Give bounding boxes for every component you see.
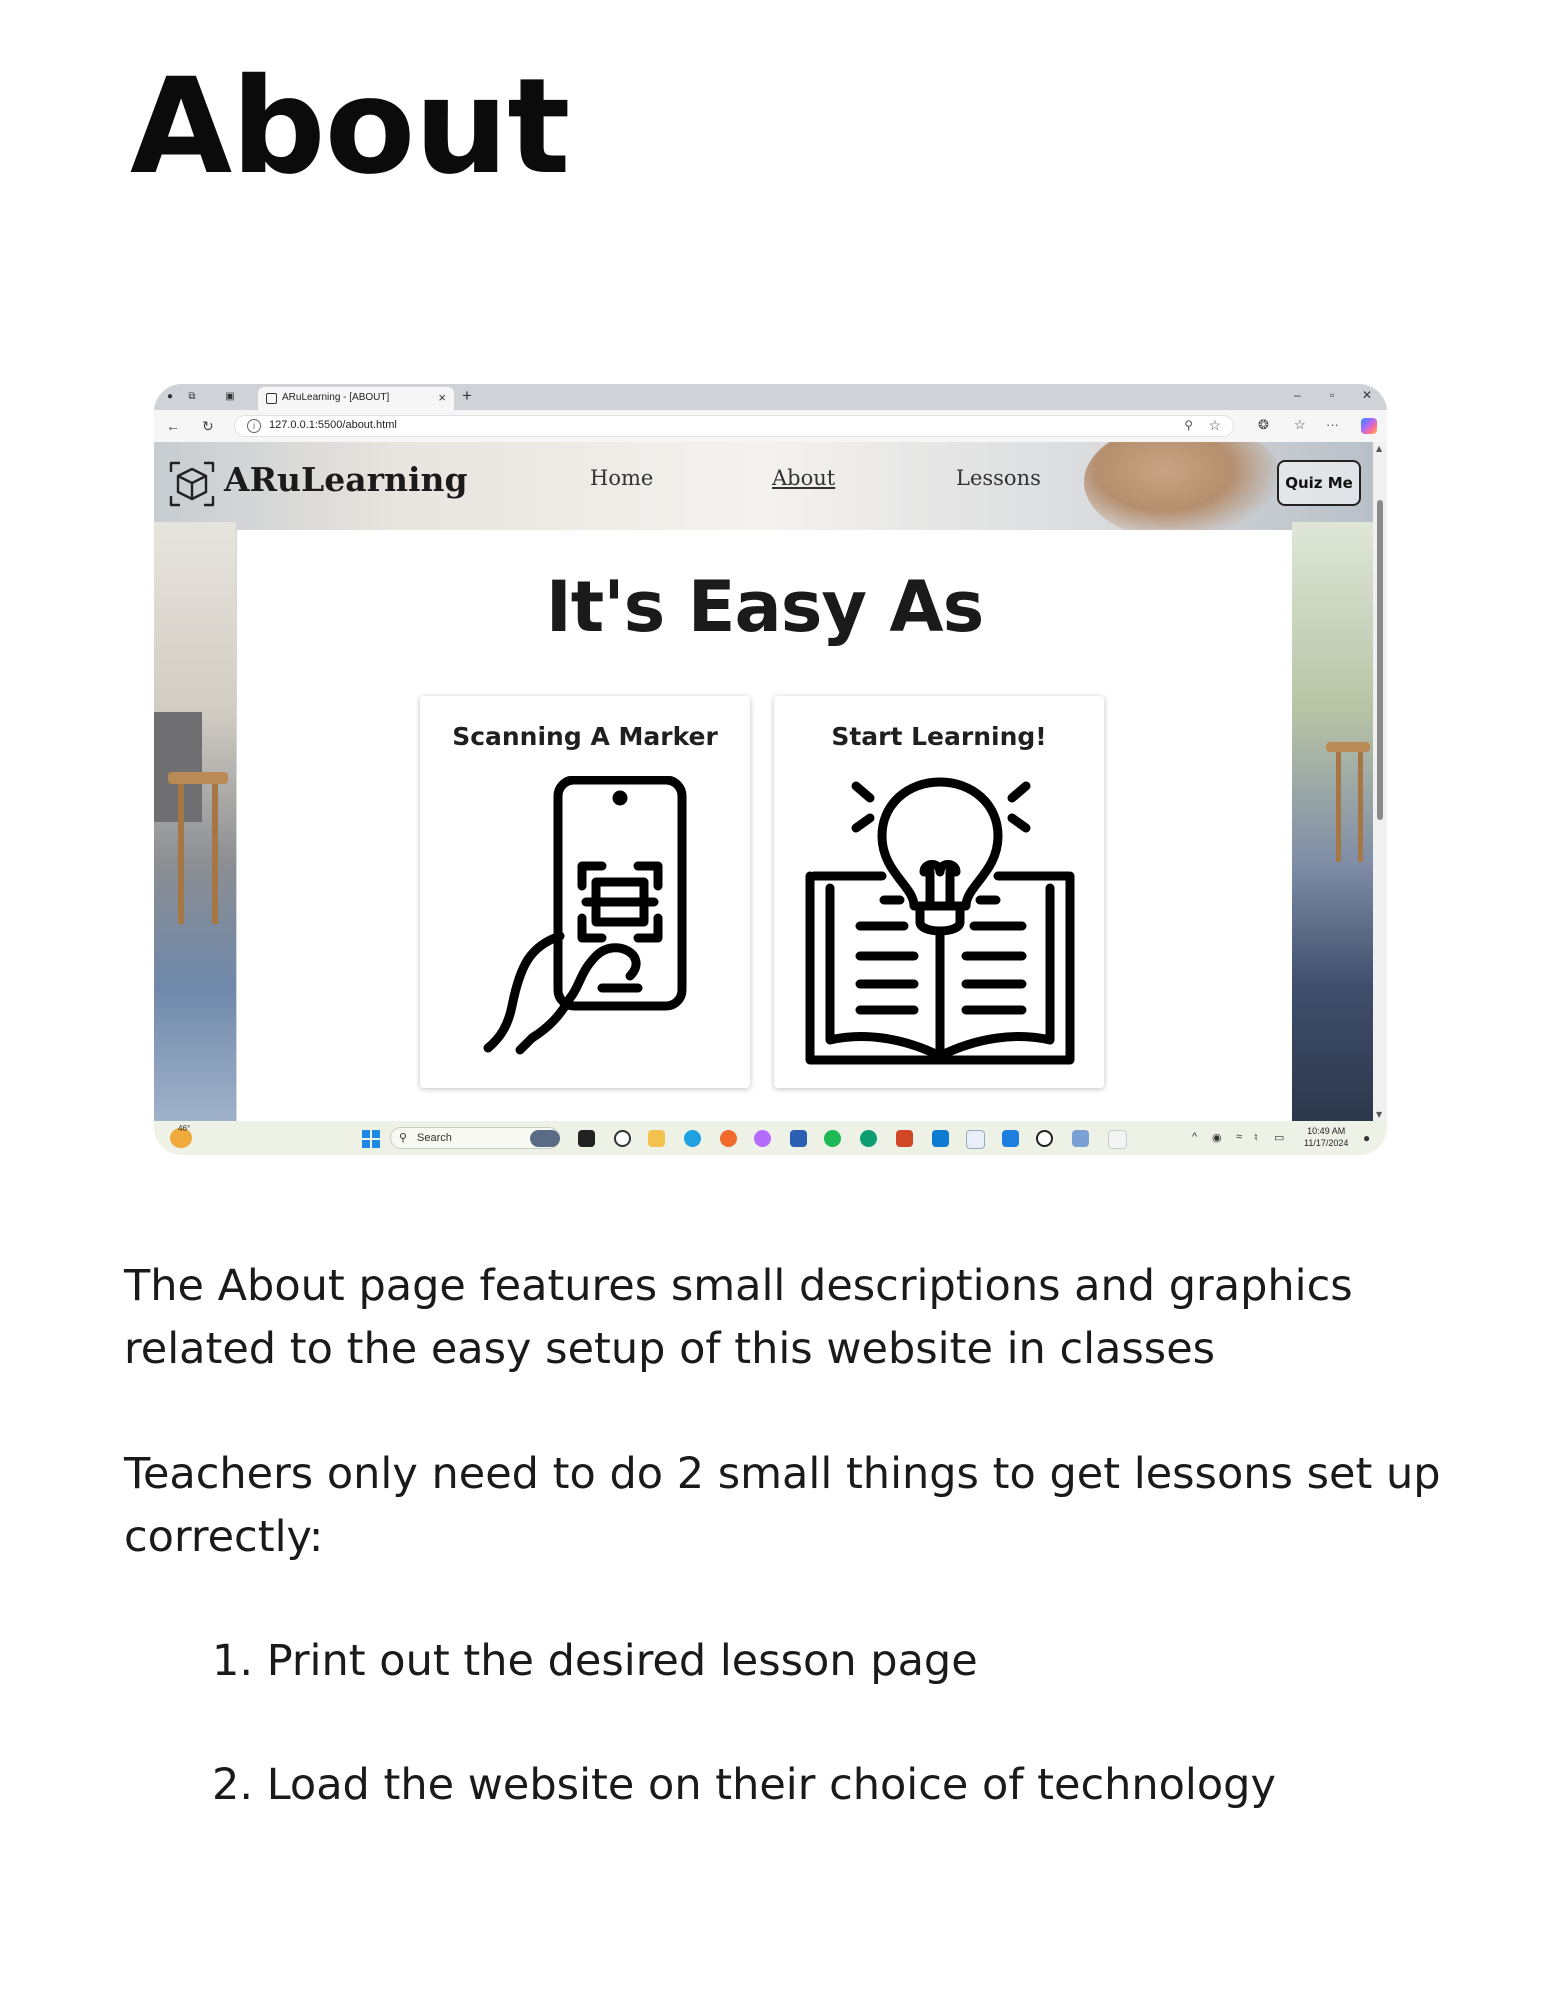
restore-icon[interactable]: ▫ xyxy=(1330,388,1334,402)
browser-toolbar: ← ↻ i 127.0.0.1:5500/about.html ⚲ ☆ ❂ ☆ … xyxy=(154,410,1387,442)
quiz-me-button[interactable]: Quiz Me xyxy=(1277,460,1361,506)
new-tab-icon[interactable]: + xyxy=(462,386,472,406)
easy-heading: It's Easy As xyxy=(545,566,985,648)
url-text: 127.0.0.1:5500/about.html xyxy=(269,419,397,431)
extensions-icon[interactable]: ❂ xyxy=(1258,417,1269,433)
step-card-learn: Start Learning! xyxy=(774,696,1104,1088)
scroll-up-icon[interactable]: ▲ xyxy=(1376,444,1382,453)
more-menu-icon[interactable]: ··· xyxy=(1326,417,1339,432)
close-tab-icon[interactable]: × xyxy=(438,390,446,405)
back-arrow-icon[interactable]: ← xyxy=(166,418,180,434)
search-highlight-icon[interactable] xyxy=(530,1130,560,1147)
favorites-icon[interactable]: ☆ xyxy=(1294,417,1306,433)
site-info-icon[interactable]: i xyxy=(247,419,261,433)
windows-taskbar: 46° ⚲ Search ^ ◉ ≈ ♮ ▭ 10:49 AM 11/17/20… xyxy=(154,1121,1387,1155)
taskbar-clock[interactable]: 10:49 AM 11/17/2024 xyxy=(1304,1125,1348,1149)
app-blue-icon[interactable] xyxy=(1002,1130,1019,1147)
start-windows-icon[interactable] xyxy=(362,1130,380,1148)
nav-link-lessons[interactable]: Lessons xyxy=(956,466,1041,490)
cube-logo-icon[interactable] xyxy=(168,460,216,508)
vscode-icon[interactable] xyxy=(932,1130,949,1147)
browser-screenshot: ● ⧉ ▣ ARuLearning - [ABOUT] × + – ▫ ✕ ← … xyxy=(154,384,1387,1155)
step-one-text: 1. Print out the desired lesson page xyxy=(212,1636,978,1686)
scrollbar-thumb[interactable] xyxy=(1377,500,1383,820)
webpage-viewport: ARuLearning Home About Lessons Quiz Me I… xyxy=(154,442,1373,1121)
description-paragraph: The About page features small descriptio… xyxy=(124,1261,1353,1374)
store-icon[interactable] xyxy=(790,1130,807,1147)
copilot-app-icon-2[interactable] xyxy=(754,1130,771,1147)
clock-time: 10:49 AM xyxy=(1307,1126,1346,1136)
page-scrollbar[interactable]: ▲ ▼ xyxy=(1373,442,1387,1121)
about-content-card: It's Easy As Scanning A Marker Start Lea… xyxy=(237,530,1292,1121)
scroll-down-icon[interactable]: ▼ xyxy=(1376,1110,1382,1119)
clock-date: 11/17/2024 xyxy=(1304,1138,1349,1148)
tray-chevron-icon[interactable]: ^ xyxy=(1192,1131,1197,1143)
copilot-app-icon[interactable] xyxy=(614,1130,631,1147)
profile-icon[interactable]: ● xyxy=(164,391,176,403)
step-card-title: Start Learning! xyxy=(831,722,1047,751)
file-explorer-icon[interactable] xyxy=(648,1130,665,1147)
app-a-icon[interactable] xyxy=(966,1130,985,1149)
page-title: About xyxy=(130,50,570,204)
site-favicon-icon xyxy=(266,393,277,404)
step-card-title: Scanning A Marker xyxy=(452,722,718,751)
spotify-icon[interactable] xyxy=(824,1130,841,1147)
browser-tab-active[interactable]: ARuLearning - [ABOUT] × xyxy=(258,387,454,410)
book-lightbulb-icon xyxy=(805,777,1075,1065)
snipping-tool-icon[interactable] xyxy=(1108,1130,1127,1149)
task-view-icon[interactable] xyxy=(578,1130,595,1147)
weather-temp: 46° xyxy=(178,1124,191,1133)
edge-browser-icon[interactable] xyxy=(684,1130,701,1147)
tray-vpn-icon[interactable]: ◉ xyxy=(1212,1131,1222,1144)
workspaces-icon[interactable]: ⧉ xyxy=(186,391,198,403)
battery-icon[interactable]: ▭ xyxy=(1274,1131,1284,1144)
teachers-paragraph: Teachers only need to do 2 small things … xyxy=(124,1449,1441,1562)
close-window-icon[interactable]: ✕ xyxy=(1362,388,1372,402)
app-bot-icon[interactable] xyxy=(1072,1130,1089,1147)
phone-scan-qr-icon xyxy=(483,776,687,1055)
site-navbar: ARuLearning Home About Lessons Quiz Me xyxy=(154,442,1373,522)
search-icon: ⚲ xyxy=(399,1132,408,1144)
taskbar-search-label: Search xyxy=(417,1132,452,1144)
dell-icon[interactable] xyxy=(1036,1130,1053,1147)
firefox-icon[interactable] xyxy=(720,1130,737,1147)
classroom-photo-right xyxy=(1292,522,1373,1121)
site-logo-text[interactable]: ARuLearning xyxy=(224,460,468,499)
powerpoint-icon[interactable] xyxy=(896,1130,913,1147)
favorite-star-icon[interactable]: ☆ xyxy=(1208,417,1221,434)
notification-bell-icon[interactable]: ● xyxy=(1363,1131,1370,1145)
chatgpt-icon[interactable] xyxy=(860,1130,877,1147)
wifi-icon[interactable]: ≈ xyxy=(1236,1131,1242,1143)
nav-link-about[interactable]: About xyxy=(772,466,835,490)
refresh-icon[interactable]: ↻ xyxy=(202,418,214,435)
browser-tab-bar: ● ⧉ ▣ ARuLearning - [ABOUT] × + – ▫ ✕ xyxy=(154,384,1387,410)
address-bar[interactable]: i 127.0.0.1:5500/about.html ⚲ ☆ xyxy=(234,415,1234,437)
step-two-text: 2. Load the website on their choice of t… xyxy=(212,1760,1276,1810)
zoom-icon[interactable]: ⚲ xyxy=(1184,418,1193,432)
volume-icon[interactable]: ♮ xyxy=(1254,1131,1258,1144)
step-card-scan: Scanning A Marker xyxy=(420,696,750,1088)
minimize-icon[interactable]: – xyxy=(1294,388,1301,402)
nav-link-home[interactable]: Home xyxy=(590,466,653,490)
copilot-icon[interactable] xyxy=(1361,418,1377,434)
tab-actions-icon[interactable]: ▣ xyxy=(224,391,236,403)
tab-title: ARuLearning - [ABOUT] xyxy=(282,392,390,403)
classroom-photo-left xyxy=(154,522,236,1121)
